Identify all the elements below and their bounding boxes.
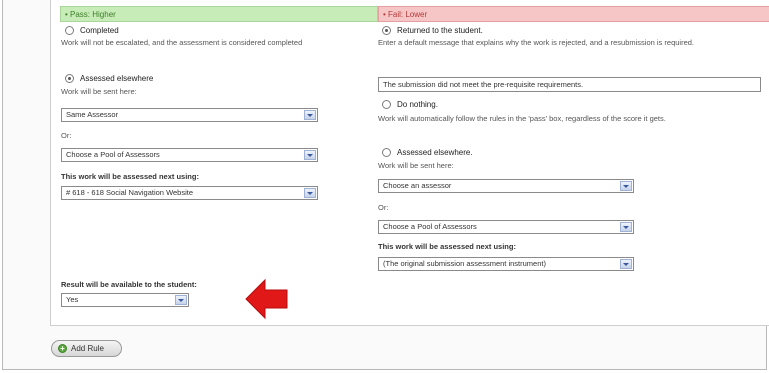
fail-assessed-elsewhere-label: Assessed elsewhere. bbox=[397, 148, 473, 157]
do-nothing-radio[interactable] bbox=[382, 100, 391, 109]
returned-description: Enter a default message that explains wh… bbox=[378, 38, 694, 47]
returned-radio[interactable] bbox=[382, 26, 391, 35]
plus-icon: + bbox=[58, 344, 67, 353]
pass-assessor-select[interactable]: Same Assessor bbox=[61, 108, 318, 122]
fail-or-label: Or: bbox=[378, 203, 389, 212]
chevron-down-icon bbox=[175, 295, 187, 305]
fail-assessed-elsewhere-radio[interactable] bbox=[382, 148, 391, 157]
fail-assessor-select[interactable]: Choose an assessor bbox=[378, 179, 634, 193]
do-nothing-description: Work will automatically follow the rules… bbox=[378, 114, 666, 123]
fail-pool-select-value: Choose a Pool of Assessors bbox=[383, 222, 477, 231]
pass-assessor-select-value: Same Assessor bbox=[66, 110, 119, 119]
fail-instrument-select-value: (The original submission assessment inst… bbox=[383, 259, 546, 268]
add-rule-button[interactable]: + Add Rule bbox=[51, 340, 122, 357]
red-arrow-icon bbox=[245, 278, 288, 320]
completed-label: Completed bbox=[80, 26, 119, 35]
chevron-down-icon bbox=[304, 110, 316, 120]
pass-instrument-select[interactable]: # 618 - 618 Social Navigation Website bbox=[61, 186, 318, 200]
result-available-label: Result will be available to the student: bbox=[61, 280, 197, 289]
fail-instrument-select[interactable]: (The original submission assessment inst… bbox=[378, 257, 634, 271]
chevron-down-icon bbox=[620, 222, 632, 232]
chevron-down-icon bbox=[620, 181, 632, 191]
completed-radio[interactable] bbox=[65, 26, 74, 35]
result-available-select[interactable]: Yes bbox=[61, 293, 189, 307]
pass-or-label: Or: bbox=[61, 131, 72, 140]
fail-lower-header: • Fail: Lower bbox=[378, 6, 769, 22]
chevron-down-icon bbox=[304, 150, 316, 160]
screenshot-stage: • Pass: Higher • Fail: Lower Completed W… bbox=[0, 0, 769, 373]
fail-next-using-label: This work will be assessed next using: bbox=[378, 242, 516, 251]
pass-instrument-select-value: # 618 - 618 Social Navigation Website bbox=[66, 188, 194, 197]
pass-pool-select-value: Choose a Pool of Assessors bbox=[66, 150, 160, 159]
do-nothing-label: Do nothing. bbox=[397, 100, 438, 109]
pass-pool-select[interactable]: Choose a Pool of Assessors bbox=[61, 148, 318, 162]
pass-higher-header: • Pass: Higher bbox=[60, 6, 378, 22]
returned-label: Returned to the student. bbox=[397, 26, 483, 35]
rejection-message-input[interactable]: The submission did not meet the pre-requ… bbox=[378, 77, 761, 92]
pass-assessed-elsewhere-radio[interactable] bbox=[65, 74, 74, 83]
fail-sent-here-label: Work will be sent here: bbox=[378, 161, 454, 170]
rejection-message-value: The submission did not meet the pre-requ… bbox=[383, 80, 584, 89]
pass-next-using-label: This work will be assessed next using: bbox=[61, 172, 199, 181]
chevron-down-icon bbox=[304, 188, 316, 198]
chevron-down-icon bbox=[620, 259, 632, 269]
pass-sent-here-label: Work will be sent here: bbox=[61, 87, 137, 96]
fail-assessor-select-value: Choose an assessor bbox=[383, 181, 452, 190]
completed-description: Work will not be escalated, and the asse… bbox=[61, 38, 303, 47]
fail-pool-select[interactable]: Choose a Pool of Assessors bbox=[378, 220, 634, 234]
add-rule-label: Add Rule bbox=[71, 344, 104, 353]
result-available-select-value: Yes bbox=[66, 295, 79, 304]
pass-assessed-elsewhere-label: Assessed elsewhere bbox=[80, 74, 154, 83]
